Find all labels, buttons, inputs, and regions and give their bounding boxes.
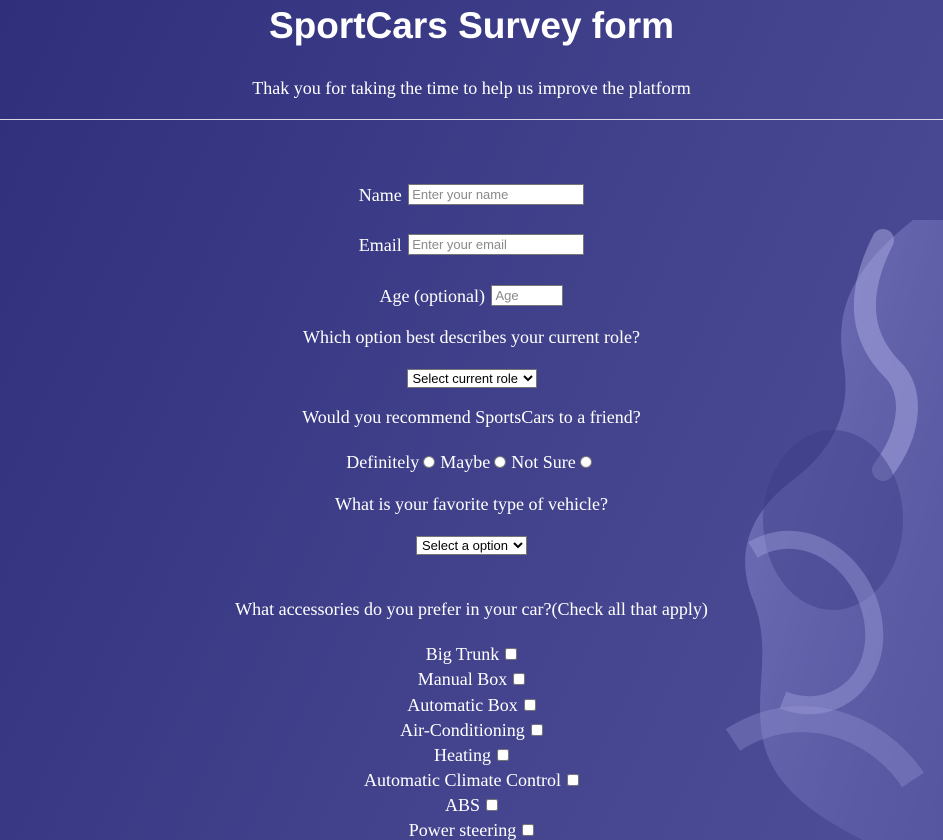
age-input[interactable] [491,285,564,307]
age-label: Age (optional) [379,285,485,306]
accessory-item: Automatic Climate Control [0,767,943,791]
accessories-question: What accessories do you prefer in your c… [235,599,708,619]
role-question: Which option best describes your current… [303,327,640,347]
accessory-label: Manual Box [417,668,508,689]
accessory-item: ABS [0,792,943,816]
accessory-label: Automatic Climate Control [364,769,561,790]
vehicle-question: What is your favorite type of vehicle? [335,494,608,514]
vehicle-select-row: Select a option [0,533,943,555]
page-title: SportCars Survey form [268,5,675,46]
recommend-option-not-sure-radio[interactable] [579,455,592,468]
page-subtitle: Thak you for taking the time to help us … [252,78,691,98]
accessory-label: ABS [444,794,480,815]
accessory-checkbox-automatic-box[interactable] [523,698,536,711]
recommend-option-definitely-radio[interactable] [423,455,436,468]
role-select[interactable]: Select current role [406,369,537,388]
email-input[interactable] [408,234,585,256]
accessory-item: Big Trunk [0,641,943,665]
accessory-checkbox-big-trunk[interactable] [505,647,518,660]
recommend-option-maybe-label: Maybe [440,451,491,472]
accessory-checkbox-air-conditioning[interactable] [530,723,543,736]
email-label: Email [358,234,402,255]
name-row: Name [0,182,943,206]
accessory-label: Air-Conditioning [400,719,525,740]
role-select-row: Select current role [0,366,943,388]
accessory-checkbox-heating[interactable] [496,748,509,761]
accessory-label: Heating [434,744,491,765]
recommend-question: Would you recommend SportsCars to a frie… [302,407,641,427]
accessory-label: Automatic Box [407,694,518,715]
name-input[interactable] [408,184,585,206]
accessory-item: Heating [0,742,943,766]
accessory-checkbox-manual-box[interactable] [513,672,526,685]
recommend-options: Definitely Maybe Not Sure [0,449,943,473]
accessory-item: Air-Conditioning [0,717,943,741]
accessory-checkbox-automatic-climate-control[interactable] [566,773,579,786]
name-label: Name [358,184,402,205]
page-header: SportCars Survey form Thak you for takin… [0,0,943,120]
recommend-option-definitely-label: Definitely [346,451,420,472]
recommend-option-maybe-radio[interactable] [494,455,507,468]
accessory-checkbox-power-steering[interactable] [522,823,535,836]
accessory-label: Power steering [408,819,517,840]
email-row: Email [0,232,943,256]
age-row: Age (optional) [0,283,943,307]
accessory-item: Automatic Box [0,692,943,716]
accessory-item: Power steering [0,817,943,840]
accessory-label: Big Trunk [425,643,500,664]
vehicle-select[interactable]: Select a option [416,536,527,555]
recommend-option-not-sure-label: Not Sure [511,451,576,472]
accessory-checkbox-abs[interactable] [486,798,498,811]
accessory-item: Manual Box [0,666,943,690]
